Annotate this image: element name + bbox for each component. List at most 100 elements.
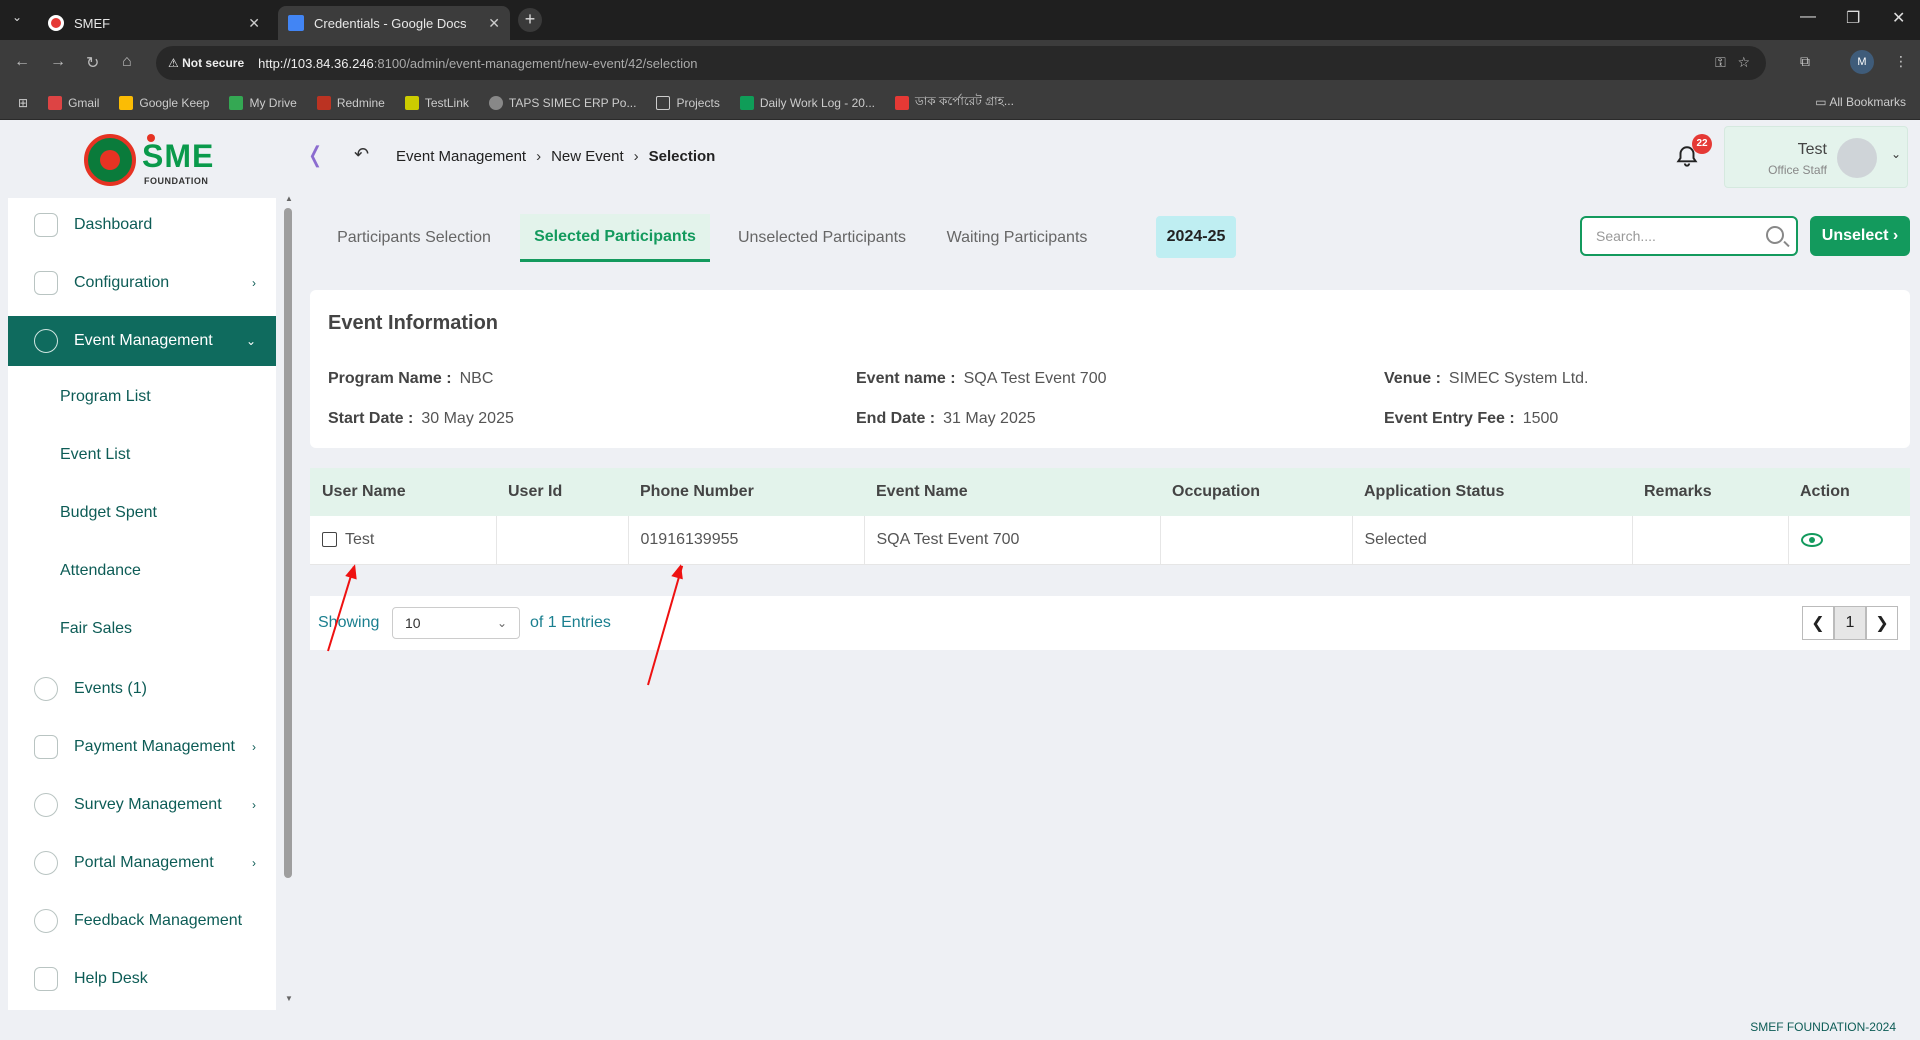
sidebar-item-events[interactable]: Events (1) bbox=[8, 664, 276, 714]
bookmark-testlink[interactable]: TestLink bbox=[404, 95, 469, 110]
user-menu[interactable]: Test Office Staff ⌄ bbox=[1724, 126, 1908, 188]
footer-text: SMEF FOUNDATION-2024 bbox=[1750, 1020, 1896, 1034]
minimize-icon[interactable]: — bbox=[1800, 8, 1816, 26]
bookmark-dak[interactable]: ডাক কর্পোরেট গ্রাহ... bbox=[894, 93, 1014, 113]
tab-search-icon[interactable]: ⌄ bbox=[12, 10, 22, 24]
password-key-icon[interactable]: ⚿ bbox=[1715, 54, 1726, 70]
browser-tab-credentials[interactable]: Credentials - Google Docs ✕ bbox=[278, 6, 510, 40]
view-eye-icon[interactable] bbox=[1800, 532, 1823, 547]
sidebar-scrollbar[interactable] bbox=[284, 208, 292, 878]
breadcrumb-new-event[interactable]: New Event bbox=[551, 148, 624, 165]
sidebar-item-survey-management[interactable]: Survey Management › bbox=[8, 780, 276, 830]
prev-page-button[interactable]: ❮ bbox=[1802, 606, 1834, 640]
breadcrumb-event-management[interactable]: Event Management bbox=[396, 148, 526, 165]
all-bookmarks[interactable]: ▭ All Bookmarks bbox=[1815, 95, 1906, 109]
url-bar[interactable]: ⚠ Not secure http://103.84.36.246:8100/a… bbox=[156, 46, 1766, 80]
smef-favicon-icon bbox=[48, 15, 64, 31]
restore-icon[interactable]: ❐ bbox=[1846, 8, 1860, 28]
bookmarks-bar: ⊞ Gmail Google Keep My Drive Redmine Tes… bbox=[0, 86, 1920, 120]
tab-participants-selection[interactable]: Participants Selection bbox=[318, 214, 510, 262]
url-host: http://103.84.36.246 bbox=[258, 55, 374, 71]
sidebar-item-event-management[interactable]: Event Management ⌄ bbox=[8, 316, 276, 366]
event-name-label: Event name : bbox=[856, 370, 956, 387]
column-header-user-name: User Name bbox=[310, 468, 496, 516]
footer: SMEF FOUNDATION-2024 bbox=[0, 1010, 1920, 1040]
scroll-up-icon[interactable]: ▲ bbox=[285, 194, 293, 203]
fiscal-year-badge[interactable]: 2024-25 bbox=[1156, 216, 1236, 258]
close-tab-icon[interactable]: ✕ bbox=[488, 15, 500, 32]
bookmark-daily-work-log[interactable]: Daily Work Log - 20... bbox=[739, 95, 875, 110]
bookmark-label: Redmine bbox=[336, 95, 385, 110]
notification-count-badge: 22 bbox=[1692, 134, 1712, 154]
cell-phone-number: 01916139955 bbox=[628, 516, 865, 565]
page-number-button[interactable]: 1 bbox=[1834, 606, 1866, 640]
not-secure-badge[interactable]: ⚠ Not secure bbox=[168, 56, 244, 70]
sidebar-item-help-desk[interactable]: Help Desk bbox=[8, 954, 276, 1004]
pagination-bar: Showing 10 ⌄ of 1 Entries ❮ 1 ❯ bbox=[310, 596, 1910, 650]
bookmark-taps[interactable]: TAPS SIMEC ERP Po... bbox=[488, 95, 636, 110]
profile-avatar[interactable]: M bbox=[1850, 50, 1874, 74]
menu-dots-icon[interactable]: ⋮ bbox=[1894, 53, 1908, 70]
tab-selected-participants[interactable]: Selected Participants bbox=[520, 214, 710, 262]
bookmark-google-keep[interactable]: Google Keep bbox=[119, 95, 210, 110]
start-date-field: Start Date : 30 May 2025 bbox=[328, 410, 514, 428]
sidebar-item-dashboard[interactable]: Dashboard bbox=[8, 200, 276, 250]
row-select-checkbox[interactable] bbox=[322, 532, 337, 548]
undo-back-icon[interactable]: ↶ bbox=[354, 144, 369, 165]
sidebar-item-label: Survey Management bbox=[74, 796, 222, 813]
end-date-value: 31 May 2025 bbox=[943, 410, 1036, 427]
tab-unselected-participants[interactable]: Unselected Participants bbox=[724, 214, 920, 262]
annotation-arrowhead bbox=[671, 562, 687, 580]
omnibox-icons: ⚿ ☆ bbox=[1715, 54, 1750, 71]
bookmark-gmail[interactable]: Gmail bbox=[48, 95, 99, 110]
reload-icon[interactable]: ↻ bbox=[86, 53, 99, 73]
next-page-button[interactable]: ❯ bbox=[1866, 606, 1898, 640]
collapse-sidebar-icon[interactable]: ❬ bbox=[306, 142, 324, 168]
sidebar-item-feedback-management[interactable]: Feedback Management bbox=[8, 896, 276, 946]
bookmark-redmine[interactable]: Redmine bbox=[316, 95, 385, 110]
extensions-icon[interactable]: ⧉ bbox=[1800, 53, 1810, 70]
sidebar-subitem-program-list[interactable]: Program List bbox=[60, 388, 151, 406]
chevron-right-icon: › bbox=[252, 856, 256, 870]
testlink-icon bbox=[404, 95, 419, 110]
sidebar-subitem-budget-spent[interactable]: Budget Spent bbox=[60, 504, 157, 522]
user-role: Office Staff bbox=[1768, 163, 1827, 177]
survey-pie-icon bbox=[34, 793, 58, 817]
browser-tab-smef[interactable]: SMEF ✕ bbox=[38, 6, 270, 40]
new-tab-button[interactable]: + bbox=[518, 8, 542, 32]
notification-bell[interactable]: 22 bbox=[1674, 134, 1712, 170]
bookmark-my-drive[interactable]: My Drive bbox=[229, 95, 297, 110]
bookmark-label: Google Keep bbox=[139, 95, 210, 110]
program-name-label: Program Name : bbox=[328, 370, 452, 387]
sidebar-subitem-attendance[interactable]: Attendance bbox=[60, 562, 141, 580]
search-icon[interactable] bbox=[1766, 226, 1784, 244]
sidebar-item-portal-management[interactable]: Portal Management › bbox=[8, 838, 276, 888]
cell-user-id bbox=[496, 516, 629, 565]
sidebar-subitem-event-list[interactable]: Event List bbox=[60, 446, 130, 464]
forward-icon[interactable]: → bbox=[50, 53, 66, 71]
sidebar-item-label: Portal Management bbox=[74, 854, 214, 871]
bookmark-label: Projects bbox=[676, 95, 720, 110]
page-size-select[interactable]: 10 ⌄ bbox=[392, 607, 520, 639]
tab-waiting-participants[interactable]: Waiting Participants bbox=[932, 214, 1102, 262]
scroll-down-icon[interactable]: ▼ bbox=[285, 994, 293, 1003]
bookmark-projects[interactable]: Projects bbox=[656, 95, 720, 110]
unselect-button[interactable]: Unselect › bbox=[1810, 216, 1910, 256]
back-icon[interactable]: ← bbox=[14, 53, 30, 71]
sidebar-item-configuration[interactable]: Configuration › bbox=[8, 258, 276, 308]
entry-fee-value: 1500 bbox=[1522, 410, 1559, 427]
sidebar-subitem-fair-sales[interactable]: Fair Sales bbox=[60, 620, 132, 638]
end-date-field: End Date : 31 May 2025 bbox=[856, 410, 1036, 428]
address-bar-row: ← → ↻ ⌂ ⚠ Not secure http://103.84.36.24… bbox=[0, 40, 1920, 86]
home-icon[interactable]: ⌂ bbox=[122, 53, 132, 71]
search-input[interactable]: Search.... bbox=[1580, 216, 1798, 256]
payment-icon bbox=[34, 735, 58, 759]
sidebar-item-payment-management[interactable]: Payment Management › bbox=[8, 722, 276, 772]
smef-logo[interactable]: SME FOUNDATION bbox=[84, 130, 224, 188]
close-tab-icon[interactable]: ✕ bbox=[248, 15, 260, 32]
close-window-icon[interactable]: ✕ bbox=[1892, 8, 1905, 28]
bookmark-star-icon[interactable]: ☆ bbox=[1737, 54, 1750, 70]
apps-grid-icon[interactable]: ⊞ bbox=[18, 96, 28, 110]
sidebar-item-label: Configuration bbox=[74, 274, 170, 291]
dak-icon bbox=[894, 95, 909, 110]
